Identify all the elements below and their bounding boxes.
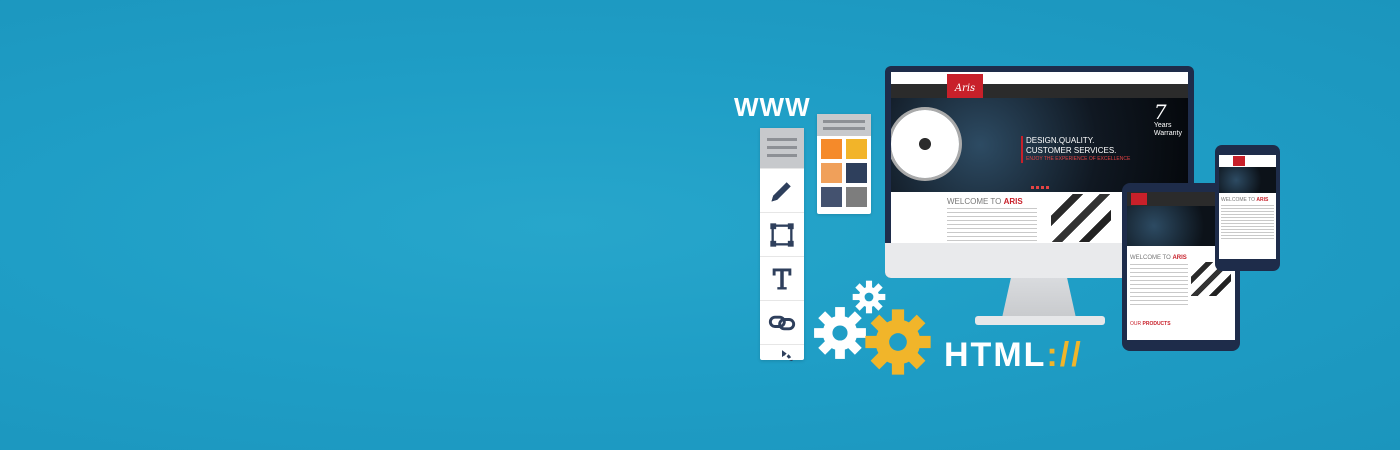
yellow-gear-icon xyxy=(865,309,931,375)
warranty-line2: Warranty xyxy=(1153,130,1182,137)
products-prefix: OUR xyxy=(1130,321,1143,327)
phone-text-lines xyxy=(1221,205,1274,241)
color-swatch[interactable] xyxy=(821,163,842,183)
headline-line2: CUSTOMER SERVICES. xyxy=(1026,146,1117,155)
site-hero: 7 Years Warranty DESIGN.QUALITY. CUSTOME… xyxy=(891,98,1188,192)
color-swatch[interactable] xyxy=(821,139,842,159)
text-icon[interactable] xyxy=(760,256,804,301)
warranty-years: 7 xyxy=(1153,100,1167,124)
editor-tool-panel xyxy=(760,128,804,361)
phone-welcome-brand: ARIS xyxy=(1256,197,1269,203)
phone-screen: WELCOME TO ARIS xyxy=(1219,155,1276,259)
color-swatch[interactable] xyxy=(846,163,867,183)
headline-tag: ENJOY THE EXPERIENCE OF EXCELLENCE xyxy=(1026,156,1131,162)
monitor-stand xyxy=(1002,278,1076,318)
phone-welcome: WELCOME TO ARIS xyxy=(1221,197,1268,203)
headline-line1: DESIGN.QUALITY. xyxy=(1026,136,1095,145)
color-palette-panel xyxy=(817,114,871,214)
warranty-badge: 7 Years Warranty xyxy=(1154,102,1182,138)
welcome-heading: WELCOME TO ARIS xyxy=(947,197,1023,206)
tool-panel-header xyxy=(760,128,804,168)
tablet-welcome-prefix: WELCOME TO xyxy=(1130,255,1173,261)
html-label: HTML:// xyxy=(944,336,1083,375)
phone-logo xyxy=(1233,156,1245,166)
html-text: HTML xyxy=(944,336,1047,374)
rotate-icon[interactable] xyxy=(760,344,804,361)
bounding-box-icon[interactable] xyxy=(760,212,804,257)
banner: WWW HTML:// Aris 7 Years Warranty DESIGN… xyxy=(0,0,1400,450)
carousel-dots[interactable] xyxy=(1031,186,1051,189)
monitor-stand-base xyxy=(975,316,1105,325)
product-image xyxy=(1051,194,1111,242)
products-label: PRODUCTS xyxy=(1142,321,1171,327)
welcome-brand: ARIS xyxy=(1003,197,1023,206)
www-label: WWW xyxy=(734,92,811,122)
brake-disc-image xyxy=(891,110,959,178)
tablet-products-heading: OUR PRODUCTS xyxy=(1130,321,1171,327)
tablet-text-lines xyxy=(1130,264,1188,308)
color-swatch[interactable] xyxy=(821,187,842,207)
color-swatch[interactable] xyxy=(846,139,867,159)
welcome-text-lines xyxy=(947,208,1037,242)
link-icon[interactable] xyxy=(760,300,804,345)
site-navbar xyxy=(891,84,1188,98)
hero-headline: DESIGN.QUALITY. CUSTOMER SERVICES. ENJOY… xyxy=(1021,136,1130,163)
pencil-icon[interactable] xyxy=(760,168,804,213)
tablet-welcome: WELCOME TO ARIS xyxy=(1130,255,1187,261)
color-swatch[interactable] xyxy=(846,187,867,207)
welcome-prefix: WELCOME TO xyxy=(947,197,1004,206)
white-gear-icon xyxy=(814,307,866,359)
tablet-logo xyxy=(1131,193,1147,205)
html-slashes: :// xyxy=(1046,336,1083,374)
palette-header xyxy=(817,114,871,136)
phone-welcome-prefix: WELCOME TO xyxy=(1221,197,1257,203)
phone-device: WELCOME TO ARIS xyxy=(1215,145,1280,271)
phone-hero xyxy=(1219,167,1276,193)
tablet-welcome-brand: ARIS xyxy=(1172,255,1187,261)
